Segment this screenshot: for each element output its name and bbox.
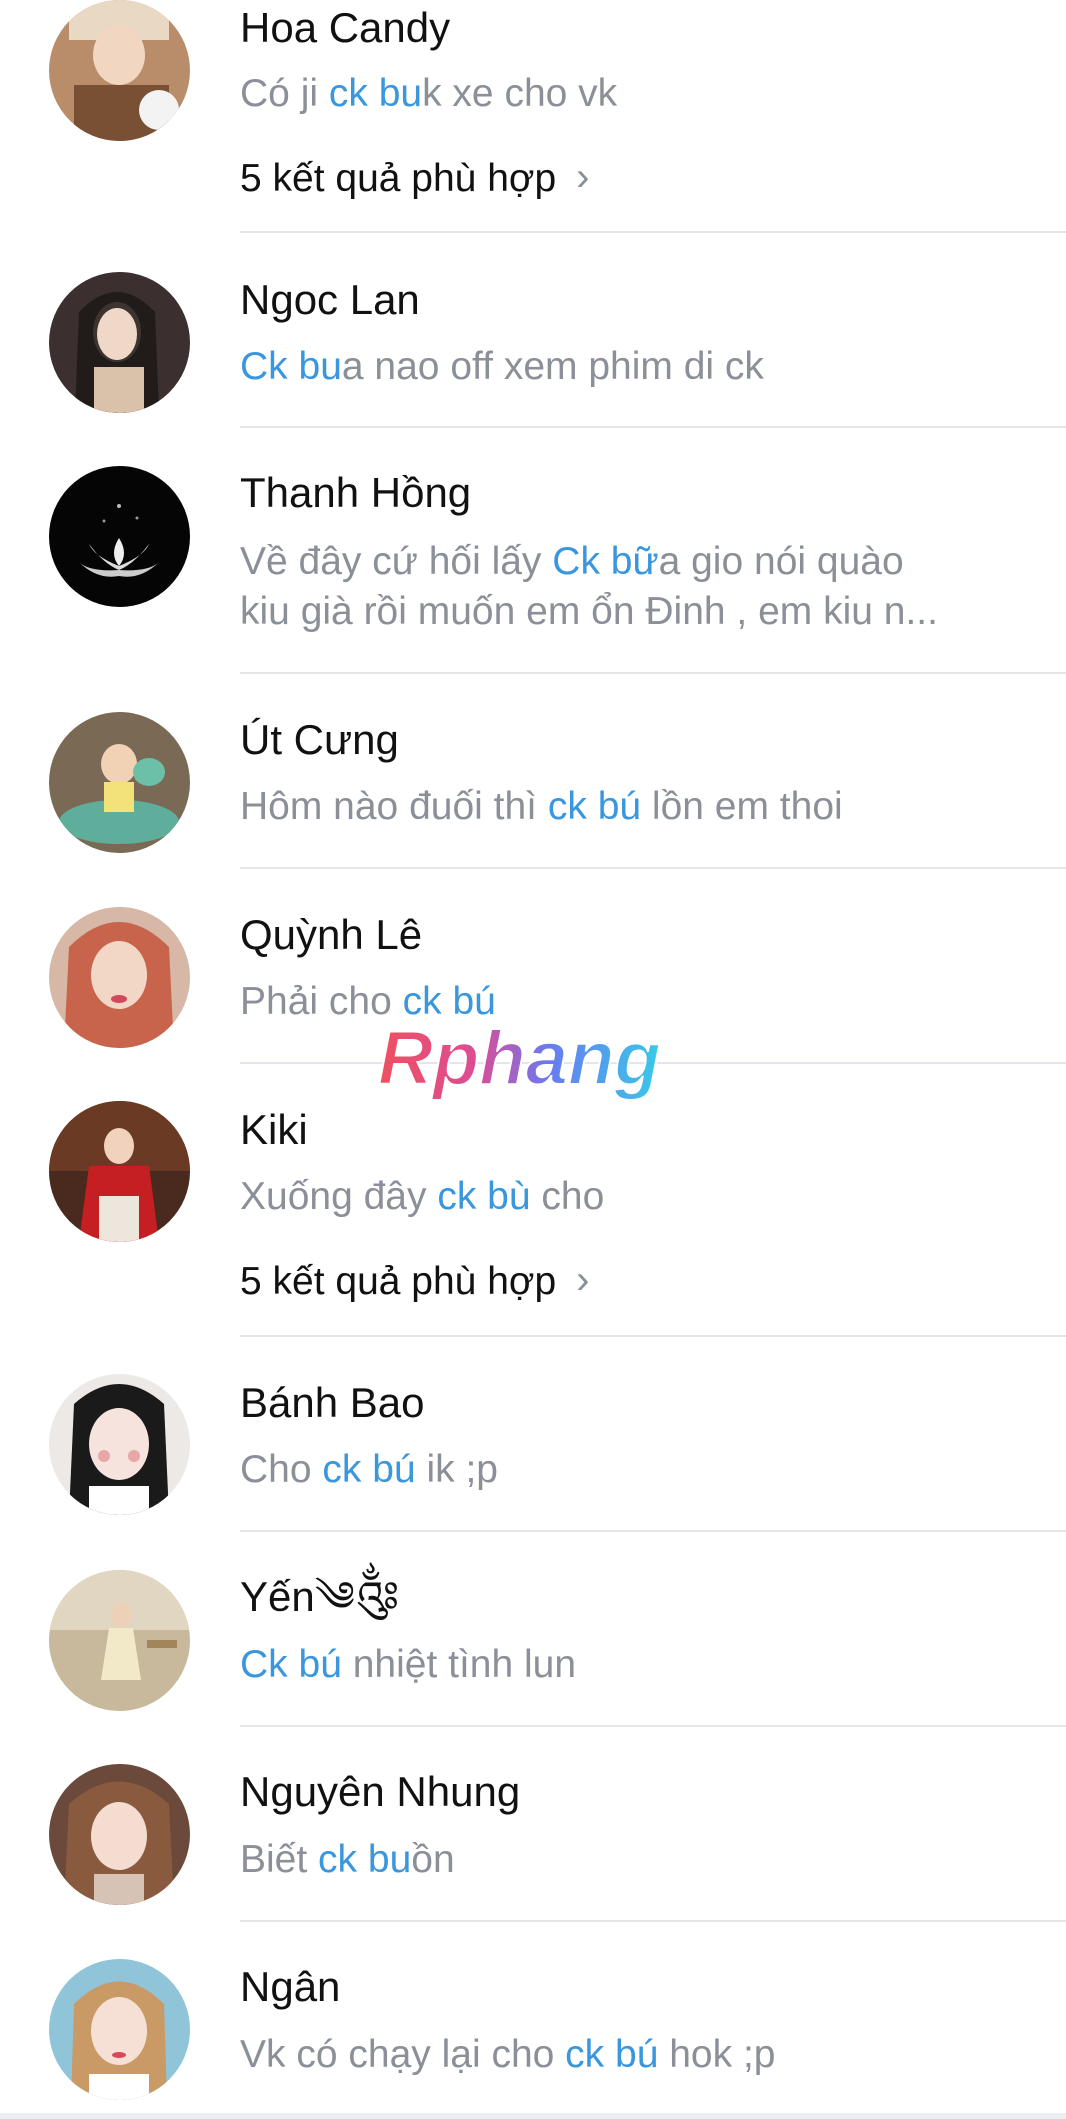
avatar: [49, 1959, 190, 2100]
contact-name: Hoa Candy: [240, 4, 451, 51]
snippet-line: Hôm nào đuối thì ck bú lồn em thoi: [240, 782, 1040, 832]
watermark-text: Rphang: [378, 1016, 661, 1101]
contact-name: Út Cưng: [240, 716, 399, 763]
snippet-text: k xe cho vk: [422, 72, 618, 115]
snippet-text: a gio nói quào: [658, 540, 904, 583]
snippet-text: cho: [530, 1175, 605, 1218]
snippet-text: a nao off xem phim di ck: [341, 345, 764, 388]
contact-name: Bánh Bao: [240, 1379, 425, 1426]
search-match-highlight: ck bú: [565, 2033, 659, 2076]
snippet-text: Hôm nào đuối thì: [240, 785, 548, 828]
row-divider: [240, 1920, 1066, 1922]
message-snippet: Cho ck bú ik ;p: [240, 1445, 1040, 1495]
message-snippet: Ck bua nao off xem phim di ck: [240, 342, 1040, 392]
snippet-text: ồn: [411, 1838, 455, 1881]
snippet-text: Xuống đây: [240, 1175, 438, 1218]
search-match-highlight: ck bù: [437, 1175, 531, 1218]
search-match-highlight: ck bú: [322, 1448, 416, 1491]
more-results-count: 5: [240, 157, 262, 200]
search-match-highlight: Ck bu: [240, 345, 342, 388]
contact-name: Nguyên Nhung: [240, 1768, 521, 1815]
avatar: [49, 1570, 190, 1711]
snippet-line: Ck bú nhiệt tình lun: [240, 1640, 1040, 1690]
snippet-text: nhiệt tình lun: [341, 1643, 577, 1686]
chevron-right-icon: ›: [576, 155, 590, 199]
avatar: [49, 1101, 190, 1242]
watermark-logo: Rphang: [377, 1015, 662, 1102]
snippet-text: kiu già rồi muốn em ổn Đinh , em kiu n..…: [240, 590, 938, 633]
contact-name: Thanh Hồng: [240, 469, 472, 516]
row-divider: [240, 672, 1066, 674]
message-snippet: Vk có chạy lại cho ck bú hok ;p: [240, 2030, 1040, 2080]
row-divider: [240, 867, 1066, 869]
snippet-line: Vk có chạy lại cho ck bú hok ;p: [240, 2030, 1040, 2080]
more-results-link[interactable]: 5 kết quả phù hợp ›: [240, 1256, 590, 1307]
chevron-right-icon: ›: [576, 1258, 590, 1302]
avatar-photo-placeholder: [49, 1101, 190, 1242]
row-divider: [240, 1335, 1066, 1337]
avatar: [49, 272, 190, 413]
row-divider: [240, 426, 1066, 428]
avatar-photo-placeholder: [49, 712, 190, 853]
search-match-highlight: ck bu: [328, 72, 423, 115]
snippet-text: lồn em thoi: [641, 785, 843, 828]
snippet-text: ik ;p: [415, 1448, 498, 1491]
search-match-highlight: Ck bữ: [552, 540, 659, 583]
search-match-highlight: Ck bú: [240, 1643, 342, 1686]
more-results-link[interactable]: 5 kết quả phù hợp ›: [240, 153, 590, 204]
snippet-line: Biết ck buồn: [240, 1835, 1040, 1885]
snippet-text: Về đây cứ hối lấy: [240, 540, 553, 583]
bottom-edge: [0, 2113, 1066, 2119]
row-divider: [240, 1530, 1066, 1532]
message-snippet: Về đây cứ hối lấy Ck bữa gio nói quào kiu…: [240, 537, 1040, 637]
avatar: [49, 1374, 190, 1515]
contact-name: Ngân: [240, 1963, 341, 2010]
more-results-count: 5: [240, 1260, 262, 1303]
snippet-line: kiu già rồi muốn em ổn Đinh , em kiu n..…: [240, 587, 1040, 637]
more-results-label: kết quả phù hợp: [261, 157, 557, 200]
snippet-text: Có ji: [240, 72, 329, 115]
avatar-photo-placeholder: [49, 0, 190, 141]
message-snippet: Xuống đây ck bù cho: [240, 1172, 1040, 1222]
avatar-photo-placeholder: [49, 466, 190, 607]
avatar-photo-placeholder: [49, 1374, 190, 1515]
search-match-highlight: ck bu: [318, 1838, 412, 1881]
snippet-line: Ck bua nao off xem phim di ck: [240, 342, 1040, 392]
avatar: [49, 907, 190, 1048]
avatar-photo-placeholder: [49, 272, 190, 413]
contact-name: Ngoc Lan: [240, 276, 420, 323]
avatar-photo-placeholder: [49, 1959, 190, 2100]
snippet-line: Xuống đây ck bù cho: [240, 1172, 1040, 1222]
message-snippet: Hôm nào đuối thì ck bú lồn em thoi: [240, 782, 1040, 832]
message-snippet: Biết ck buồn: [240, 1835, 1040, 1885]
contact-name: Kiki: [240, 1106, 308, 1153]
avatar-photo-placeholder: [49, 1764, 190, 1905]
avatar: [49, 466, 190, 607]
snippet-line: Có ji ck buk xe cho vk: [240, 69, 1040, 119]
contact-name: Yến༄༂: [240, 1573, 399, 1620]
row-divider: [240, 231, 1066, 233]
avatar: [49, 1764, 190, 1905]
snippet-text: Biết: [240, 1838, 319, 1881]
message-snippet: Có ji ck buk xe cho vk: [240, 69, 1040, 119]
snippet-line: Cho ck bú ik ;p: [240, 1445, 1040, 1495]
snippet-text: hok ;p: [658, 2033, 776, 2076]
contact-name: Quỳnh Lê: [240, 911, 423, 958]
more-results-label: kết quả phù hợp: [261, 1260, 557, 1303]
snippet-text: Vk có chạy lại cho: [240, 2033, 566, 2076]
row-divider: [240, 1725, 1066, 1727]
avatar: [49, 0, 190, 141]
snippet-line: Về đây cứ hối lấy Ck bữa gio nói quào: [240, 537, 1040, 587]
search-match-highlight: ck bú: [547, 785, 642, 828]
avatar: [49, 712, 190, 853]
avatar-photo-placeholder: [49, 1570, 190, 1711]
message-snippet: Ck bú nhiệt tình lun: [240, 1640, 1040, 1690]
avatar-photo-placeholder: [49, 907, 190, 1048]
snippet-text: Cho: [240, 1448, 323, 1491]
